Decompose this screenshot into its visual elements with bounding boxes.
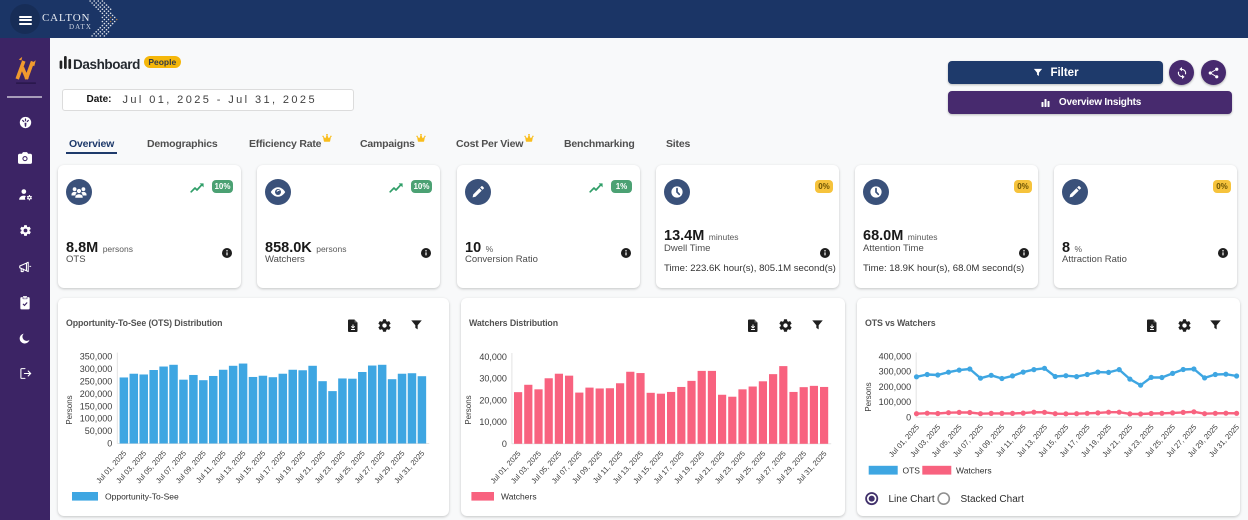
svg-text:Watchers: Watchers	[956, 465, 992, 475]
svg-text:40,000: 40,000	[479, 352, 507, 362]
svg-text:150,000: 150,000	[80, 401, 113, 411]
svg-text:200,000: 200,000	[879, 382, 912, 392]
svg-text:200,000: 200,000	[80, 389, 113, 399]
svg-text:Persons: Persons	[65, 395, 74, 424]
svg-text:10,000: 10,000	[479, 417, 507, 427]
svg-text:Persons: Persons	[864, 382, 873, 411]
svg-text:OTS: OTS	[903, 465, 921, 475]
svg-text:300,000: 300,000	[879, 367, 912, 377]
svg-text:Watchers: Watchers	[501, 492, 537, 502]
svg-text:0: 0	[107, 439, 112, 449]
svg-text:250,000: 250,000	[80, 376, 113, 386]
svg-text:20,000: 20,000	[479, 395, 507, 405]
svg-text:50,000: 50,000	[85, 426, 113, 436]
svg-text:Persons: Persons	[464, 395, 473, 424]
svg-text:0: 0	[502, 439, 507, 449]
svg-text:30,000: 30,000	[479, 374, 507, 384]
svg-text:Line Chart: Line Chart	[889, 494, 935, 505]
svg-text:Opportunity-To-See: Opportunity-To-See	[105, 492, 179, 502]
svg-text:100,000: 100,000	[879, 397, 912, 407]
svg-text:0: 0	[906, 412, 911, 422]
svg-text:400,000: 400,000	[879, 351, 912, 361]
svg-text:100,000: 100,000	[80, 414, 113, 424]
svg-text:Stacked Chart: Stacked Chart	[961, 494, 1025, 505]
svg-text:350,000: 350,000	[80, 352, 113, 362]
svg-text:300,000: 300,000	[80, 364, 113, 374]
